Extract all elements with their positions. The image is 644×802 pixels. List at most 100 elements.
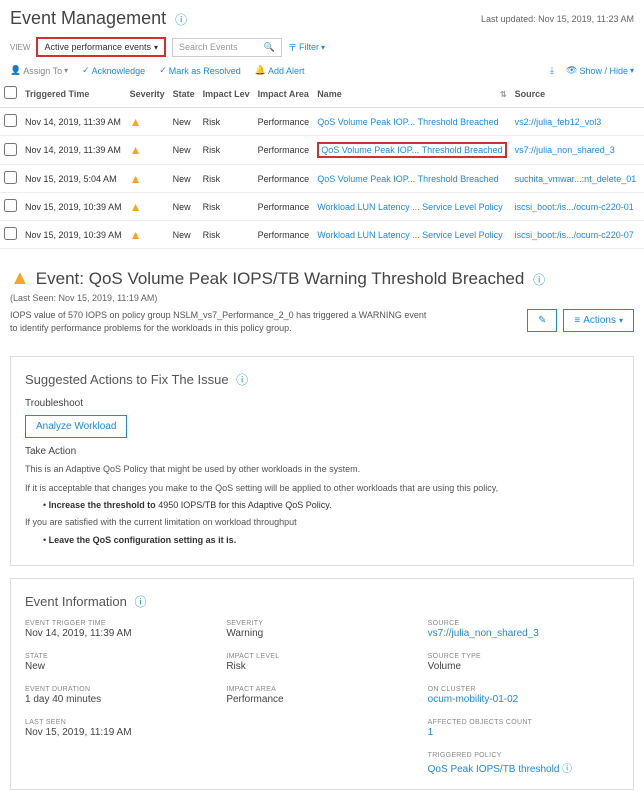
cell-state: New bbox=[169, 136, 199, 165]
row-checkbox[interactable] bbox=[4, 143, 17, 156]
troubleshoot-heading: Troubleshoot bbox=[25, 398, 619, 409]
table-row[interactable]: Nov 15, 2019, 5:04 AM▲NewRiskPerformance… bbox=[0, 165, 644, 193]
acknowledge-button[interactable]: ✓ Acknowledge bbox=[82, 65, 145, 76]
info-source: SOURCEvs7://julia_non_shared_3 bbox=[428, 620, 619, 639]
sort-icon[interactable]: ⇅ bbox=[500, 90, 507, 99]
col-impact-area[interactable]: Impact Area bbox=[254, 80, 314, 108]
warning-icon: ▲ bbox=[130, 200, 142, 214]
cell-name[interactable]: QoS Volume Peak IOP... Threshold Breache… bbox=[313, 165, 510, 193]
action-text: If it is acceptable that changes you mak… bbox=[25, 482, 619, 495]
cell-state: New bbox=[169, 108, 199, 136]
col-source-ty[interactable]: Source Ty bbox=[640, 80, 644, 108]
col-triggered[interactable]: Triggered Time bbox=[21, 80, 126, 108]
info-cluster: ON CLUSTERocum-mobility-01-02 bbox=[428, 686, 619, 705]
cell-source-type: Volume bbox=[640, 108, 644, 136]
cell-impact: Risk bbox=[199, 221, 254, 249]
cell-time: Nov 14, 2019, 11:39 AM bbox=[21, 136, 126, 165]
info-affected: AFFECTED OBJECTS COUNT1 bbox=[428, 719, 619, 738]
cell-source[interactable]: iscsi_boot:/is.../ocum-c220-01 bbox=[511, 193, 641, 221]
cell-source-type: Volume bbox=[640, 165, 644, 193]
col-source[interactable]: Source bbox=[511, 80, 641, 108]
view-label: VIEW bbox=[10, 43, 30, 52]
mark-resolved-button[interactable]: ✓ Mark as Resolved bbox=[159, 65, 241, 76]
cell-area: Performance bbox=[254, 136, 314, 165]
warning-icon: ▲ bbox=[130, 228, 142, 242]
cell-impact: Risk bbox=[199, 108, 254, 136]
col-name[interactable]: Name bbox=[313, 80, 494, 108]
cell-time: Nov 14, 2019, 11:39 AM bbox=[21, 108, 126, 136]
cell-source-type: LUN bbox=[640, 221, 644, 249]
cell-impact: Risk bbox=[199, 136, 254, 165]
cell-time: Nov 15, 2019, 5:04 AM bbox=[21, 165, 126, 193]
info-source-type: SOURCE TYPEVolume bbox=[428, 653, 619, 672]
cell-source[interactable]: vs2://julia_feb12_vol3 bbox=[511, 108, 641, 136]
edit-button[interactable] bbox=[527, 309, 557, 332]
view-dropdown[interactable]: Active performance events▾ bbox=[36, 37, 166, 57]
add-alert-button[interactable]: 🔔 Add Alert bbox=[255, 65, 305, 76]
info-impact-level: IMPACT LEVELRisk bbox=[226, 653, 417, 672]
info-duration: EVENT DURATION1 day 40 minutes bbox=[25, 686, 216, 705]
select-all-checkbox[interactable] bbox=[4, 86, 17, 99]
last-updated: Last updated: Nov 15, 2019, 11:23 AM bbox=[481, 14, 634, 24]
cell-impact: Risk bbox=[199, 165, 254, 193]
cell-name[interactable]: QoS Volume Peak IOP... Threshold Breache… bbox=[313, 136, 510, 165]
cell-area: Performance bbox=[254, 193, 314, 221]
help-icon[interactable]: ⓘ bbox=[175, 13, 187, 27]
actions-dropdown[interactable]: ≡ Actions ▾ bbox=[563, 309, 634, 332]
row-checkbox[interactable] bbox=[4, 171, 17, 184]
cell-severity: ▲ bbox=[126, 165, 169, 193]
take-action-heading: Take Action bbox=[25, 446, 619, 457]
cell-severity: ▲ bbox=[126, 193, 169, 221]
event-last-seen: (Last Seen: Nov 15, 2019, 11:19 AM) bbox=[10, 293, 634, 303]
cell-impact: Risk bbox=[199, 193, 254, 221]
event-info-title: Event Information ⓘ bbox=[25, 593, 619, 610]
filter-button[interactable]: 〒Filter▾ bbox=[288, 41, 325, 54]
show-hide-button[interactable]: 👁 Show / Hide ▾ bbox=[566, 65, 634, 76]
info-impact-area: IMPACT AREAPerformance bbox=[226, 686, 417, 705]
cell-area: Performance bbox=[254, 108, 314, 136]
assign-to-button[interactable]: 👤 Assign To ▾ bbox=[10, 65, 68, 76]
event-title: Event: QoS Volume Peak IOPS/TB Warning T… bbox=[36, 269, 545, 289]
cell-source[interactable]: vs7://julia_non_shared_3 bbox=[511, 136, 641, 165]
info-last-seen: LAST SEENNov 15, 2019, 11:19 AM bbox=[25, 719, 216, 738]
cell-source[interactable]: suchita_vmwar...:nt_delete_01 bbox=[511, 165, 641, 193]
help-icon[interactable]: ⓘ bbox=[533, 273, 545, 287]
analyze-workload-button[interactable]: Analyze Workload bbox=[25, 415, 127, 438]
cell-name[interactable]: Workload LUN Latency ... Service Level P… bbox=[313, 221, 510, 249]
cell-source[interactable]: iscsi_boot:/is.../ocum-c220-07 bbox=[511, 221, 641, 249]
warning-icon: ▲ bbox=[130, 172, 142, 186]
col-severity[interactable]: Severity bbox=[126, 80, 169, 108]
row-checkbox[interactable] bbox=[4, 114, 17, 127]
table-row[interactable]: Nov 14, 2019, 11:39 AM▲NewRiskPerformanc… bbox=[0, 136, 644, 165]
cell-time: Nov 15, 2019, 10:39 AM bbox=[21, 193, 126, 221]
suggested-actions-panel: Suggested Actions to Fix The Issue ⓘ Tro… bbox=[10, 356, 634, 566]
info-trigger-time: EVENT TRIGGER TIMENov 14, 2019, 11:39 AM bbox=[25, 620, 216, 639]
cell-state: New bbox=[169, 165, 199, 193]
action-text: This is an Adaptive QoS Policy that migh… bbox=[25, 463, 619, 476]
warning-icon: ▲ bbox=[10, 267, 30, 290]
cell-name[interactable]: QoS Volume Peak IOP... Threshold Breache… bbox=[313, 108, 510, 136]
event-description: IOPS value of 570 IOPS on policy group N… bbox=[10, 309, 430, 334]
row-checkbox[interactable] bbox=[4, 199, 17, 212]
cell-state: New bbox=[169, 193, 199, 221]
search-input[interactable]: Search Events 🔍 bbox=[172, 38, 282, 57]
table-row[interactable]: Nov 15, 2019, 10:39 AM▲NewRiskPerformanc… bbox=[0, 221, 644, 249]
cell-area: Performance bbox=[254, 221, 314, 249]
cell-time: Nov 15, 2019, 10:39 AM bbox=[21, 221, 126, 249]
info-state: STATENew bbox=[25, 653, 216, 672]
pencil-icon bbox=[538, 315, 546, 326]
col-state[interactable]: State bbox=[169, 80, 199, 108]
col-impact-lev[interactable]: Impact Lev bbox=[199, 80, 254, 108]
download-icon[interactable] bbox=[550, 65, 554, 76]
row-checkbox[interactable] bbox=[4, 227, 17, 240]
cell-name[interactable]: Workload LUN Latency ... Service Level P… bbox=[313, 193, 510, 221]
help-icon[interactable]: ⓘ bbox=[135, 595, 147, 609]
table-row[interactable]: Nov 14, 2019, 11:39 AM▲NewRiskPerformanc… bbox=[0, 108, 644, 136]
cell-severity: ▲ bbox=[126, 221, 169, 249]
info-policy: TRIGGERED POLICYQoS Peak IOPS/TB thresho… bbox=[428, 752, 619, 775]
suggested-title: Suggested Actions to Fix The Issue ⓘ bbox=[25, 371, 619, 388]
search-icon[interactable]: 🔍 bbox=[264, 42, 275, 53]
help-icon[interactable]: ⓘ bbox=[236, 373, 248, 387]
table-row[interactable]: Nov 15, 2019, 10:39 AM ▲ NewRiskPerformanc… bbox=[0, 193, 644, 221]
info-severity: SEVERITYWarning bbox=[226, 620, 417, 639]
